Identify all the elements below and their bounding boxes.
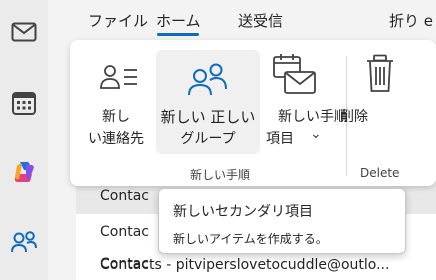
list-item[interactable]: Contac (100, 188, 149, 204)
new-contact-label-2: い連絡先 (88, 131, 144, 147)
tooltip: 新しいセカンダリ項目 新しいアイテムを作成する。 (158, 188, 406, 254)
ribbon-panel: 新し い連絡先 新しい 正しい グループ 新しい手順 項目 ⌄ 削除 新しい手順… (70, 40, 436, 186)
tab-file[interactable]: ファイル (88, 10, 148, 31)
tab-home[interactable]: ホーム (156, 10, 201, 31)
calendar-icon[interactable] (8, 87, 40, 119)
new-item-icon (272, 54, 318, 100)
new-item-label-2: 項目 (266, 131, 294, 147)
people-icon (186, 62, 230, 100)
tab-send-receive[interactable]: 送受信 (238, 10, 283, 31)
app-rail (0, 0, 48, 280)
new-group-label-1: 新しい 正しい (160, 108, 256, 126)
copilot-icon[interactable] (8, 156, 40, 188)
list-item[interactable]: Contac (100, 224, 149, 240)
new-contact-button[interactable]: 新し い連絡先 (76, 50, 156, 154)
active-tab-indicator (157, 33, 199, 36)
delete-group-caption: Delete (360, 166, 400, 180)
ribbon-tabs: ファイル ホーム 送受信 折り e (48, 0, 436, 40)
people-icon[interactable] (8, 226, 40, 258)
tab-folder[interactable]: 折り e (389, 10, 433, 31)
new-contact-label-1: 新し (102, 109, 130, 125)
tooltip-title: 新しいセカンダリ項目 (173, 204, 313, 220)
mail-icon[interactable] (8, 16, 40, 48)
new-group-button[interactable]: 新しい 正しい グループ (156, 50, 260, 154)
trash-icon (365, 54, 395, 98)
contact-card-icon (100, 64, 140, 98)
chevron-down-icon[interactable]: ⌄ (310, 126, 322, 142)
delete-label: 削除 (340, 109, 368, 125)
list-item[interactable]: Contacts - pitviperslovetocuddle@outlo..… (100, 257, 389, 273)
tooltip-description: 新しいアイテムを作成する。 (173, 232, 328, 246)
delete-button[interactable]: 削除 (340, 50, 418, 154)
new-group-caption: 新しい手順 (190, 168, 251, 182)
new-item-button[interactable]: 新しい手順 項目 ⌄ (266, 50, 354, 154)
new-group-label-2: グループ (180, 131, 236, 147)
